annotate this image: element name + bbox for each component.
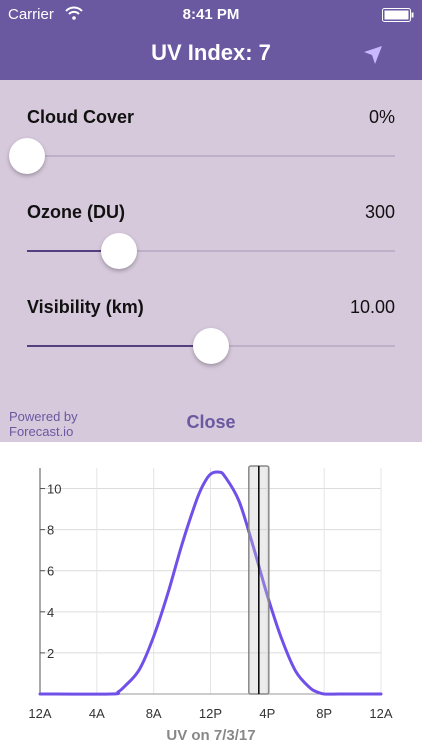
- slider-label: Cloud Cover: [27, 107, 135, 127]
- x-tick-label: 12A: [28, 706, 51, 721]
- y-tick-label: 2: [47, 646, 54, 661]
- close-button[interactable]: Close: [0, 412, 422, 433]
- slider-label: Ozone (DU): [27, 202, 125, 222]
- visibility-slider: Visibility (km) 10.00: [27, 297, 395, 377]
- location-arrow-icon[interactable]: [362, 44, 384, 66]
- slider-value: 300: [364, 202, 395, 222]
- cloud-cover-slider: Cloud Cover 0%: [9, 107, 395, 187]
- chart-title: UV on 7/3/17: [166, 727, 255, 744]
- x-tick-label: 8P: [316, 706, 332, 721]
- slider-thumb[interactable]: [193, 328, 229, 364]
- y-tick-label: 6: [47, 564, 54, 579]
- y-tick-label: 10: [47, 482, 61, 497]
- x-tick-label: 12P: [199, 706, 222, 721]
- status-time: 8:41 PM: [182, 6, 240, 23]
- slider-fill: [27, 345, 211, 347]
- x-tick-label: 4P: [259, 706, 275, 721]
- settings-panel: Cloud Cover 0% Ozone (DU) 300 Visibility…: [0, 80, 422, 442]
- uv-chart: 2 4 6 8 10 12A 4A 8A 12P 4P 8P 12A UV on 7/3/17: [0, 442, 422, 750]
- slider-value: 10.00: [349, 297, 395, 317]
- y-tick-label: 8: [47, 523, 54, 538]
- y-tick-label: 4: [47, 605, 54, 620]
- slider-track[interactable]: [27, 155, 395, 157]
- nav-bar: UV Index: 7: [0, 30, 422, 80]
- page-title: UV Index: 7: [151, 40, 271, 65]
- slider-thumb[interactable]: [9, 138, 45, 174]
- x-tick-label: 8A: [146, 706, 162, 721]
- slider-thumb[interactable]: [101, 233, 137, 269]
- uv-chart-svg: 2 4 6 8 10 12A 4A 8A 12P 4P 8P 12A UV on 7/3/17: [28, 465, 393, 744]
- x-tick-label: 12A: [369, 706, 392, 721]
- ozone-slider: Ozone (DU) 300: [27, 202, 395, 282]
- slider-label: Visibility (km): [27, 297, 144, 317]
- battery-icon: [382, 8, 414, 22]
- status-bar: Carrier 8:41 PM: [0, 0, 422, 30]
- x-tick-label: 4A: [89, 706, 105, 721]
- slider-value: 0%: [368, 107, 395, 127]
